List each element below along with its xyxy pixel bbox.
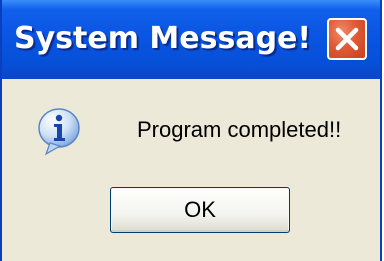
message-text: Program completed!! (137, 117, 342, 142)
ok-button-label: OK (184, 197, 216, 222)
dialog-window: System Message! Program completed!! OK (0, 0, 382, 261)
close-button[interactable] (327, 18, 367, 60)
close-icon (335, 27, 359, 51)
ok-button[interactable]: OK (110, 187, 290, 233)
info-icon (38, 108, 80, 156)
dialog-body: Program completed!! OK (2, 79, 380, 261)
title-bar[interactable]: System Message! (2, 0, 380, 79)
window-title: System Message! (14, 21, 312, 56)
